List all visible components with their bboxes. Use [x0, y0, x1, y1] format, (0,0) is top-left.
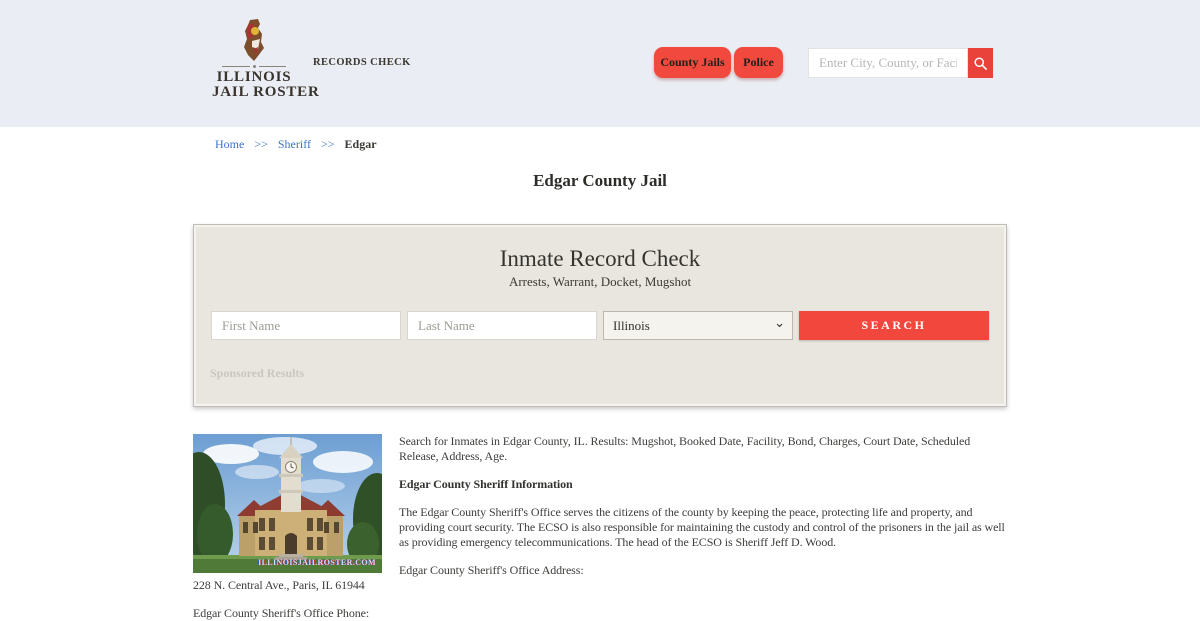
courthouse-illustration — [193, 434, 382, 573]
panel-subtitle: Arrests, Warrant, Docket, Mugshot — [508, 274, 692, 289]
state-select-wrap: Illinois ⌄ — [603, 311, 793, 340]
records-check-label: RECORDS CHECK — [313, 57, 411, 68]
breadcrumb-separator: >> — [320, 137, 335, 151]
photo-watermark: ILLINOISJAILROSTER.COM — [258, 558, 376, 567]
search-icon — [974, 56, 987, 70]
first-name-input[interactable] — [211, 311, 401, 340]
county-info-section: ILLINOISJAILROSTER.COM Search for Inmate… — [193, 434, 1007, 621]
last-name-input[interactable] — [407, 311, 597, 340]
site-logo[interactable]: ILLINOIS JAIL ROSTER — [212, 18, 320, 100]
breadcrumb: Home >> Sheriff >> Edgar — [193, 137, 1007, 152]
address-heading: Edgar County Sheriff's Office Address: — [399, 563, 584, 577]
header-tabs: County Jails Police — [654, 47, 783, 78]
breadcrumb-sheriff[interactable]: Sheriff — [278, 137, 311, 151]
tab-police[interactable]: Police — [734, 47, 783, 78]
address-value: 228 N. Central Ave., Paris, IL 61944 — [193, 578, 365, 592]
inmate-search-button[interactable]: SEARCH — [799, 311, 989, 340]
breadcrumb-current: Edgar — [344, 137, 377, 151]
logo-text-line2: JAIL ROSTER — [212, 84, 320, 100]
logo-text-line1: ILLINOIS — [216, 69, 292, 85]
state-select[interactable]: Illinois — [603, 311, 793, 340]
inmate-record-check-panel: Inmate Record Check Arrests, Warrant, Do… — [193, 224, 1007, 407]
main-content: Home >> Sheriff >> Edgar Edgar County Ja… — [193, 137, 1007, 621]
breadcrumb-home[interactable]: Home — [215, 137, 244, 151]
site-header: ILLINOIS JAIL ROSTER RECORDS CHECK Count… — [0, 0, 1200, 127]
breadcrumb-separator: >> — [254, 137, 268, 151]
search-form-row: Illinois ⌄ SEARCH — [210, 311, 990, 340]
search-submit-button[interactable] — [968, 48, 993, 78]
sponsored-results-label: Sponsored Results — [210, 366, 305, 380]
panel-title: Inmate Record Check — [499, 246, 701, 271]
page-title: Edgar County Jail — [533, 171, 667, 190]
courthouse-photo: ILLINOISJAILROSTER.COM — [193, 434, 382, 573]
logo-divider — [222, 65, 286, 68]
tab-county-jails[interactable]: County Jails — [654, 47, 731, 78]
phone-heading: Edgar County Sheriff's Office Phone: — [193, 606, 370, 620]
illinois-seal-icon — [244, 19, 264, 61]
header-search — [808, 48, 993, 78]
facility-search-input[interactable] — [808, 48, 968, 78]
